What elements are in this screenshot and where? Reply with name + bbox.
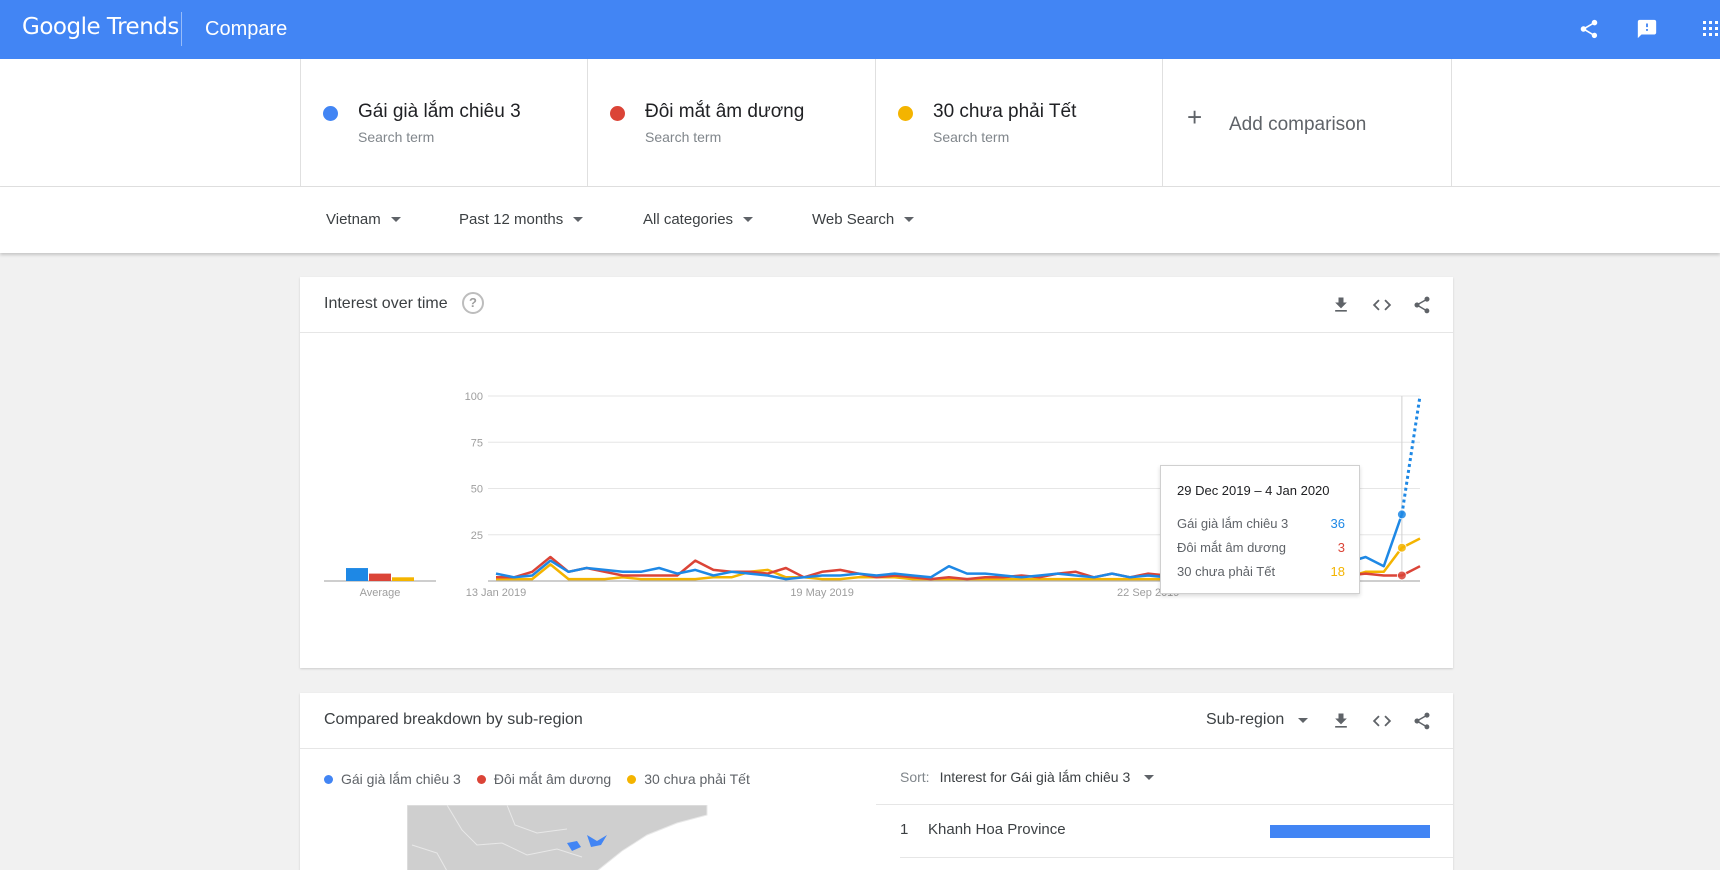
feedback-icon[interactable] — [1632, 14, 1662, 44]
search-term-3[interactable]: 30 chưa phải Tết Search term — [875, 59, 1163, 187]
tooltip-term: Gái già lắm chiêu 3 — [1177, 516, 1289, 531]
add-comparison-button[interactable]: + Add comparison — [1162, 59, 1452, 187]
caret-down-icon — [743, 217, 754, 222]
tooltip-row-2: Đôi mắt âm dương 3 — [1177, 540, 1345, 555]
term-name: Đôi mắt âm dương — [645, 101, 805, 122]
tooltip-date: 29 Dec 2019 – 4 Jan 2020 — [1177, 483, 1330, 498]
sort-dropdown[interactable]: Interest for Gái già lắm chiêu 3 — [940, 769, 1155, 785]
search-type-filter-label: Web Search — [812, 211, 895, 228]
term-type: Search term — [933, 129, 1010, 145]
page-title: Compare — [205, 18, 288, 40]
category-filter-label: All categories — [643, 211, 734, 228]
term-type: Search term — [358, 129, 435, 145]
search-type-filter-dropdown[interactable]: Web Search — [812, 211, 915, 228]
region-name: Khanh Hoa Province — [928, 821, 1066, 838]
tooltip-row-1: Gái già lắm chiêu 3 36 — [1177, 516, 1345, 531]
region-filter-dropdown[interactable]: Vietnam — [326, 211, 401, 228]
apps-grid-icon[interactable] — [1696, 14, 1720, 44]
card-header: Compared breakdown by sub-region Sub-reg… — [300, 693, 1453, 749]
caret-down-icon — [1298, 717, 1309, 723]
tooltip-term: Đôi mắt âm dương — [1177, 540, 1286, 555]
sort-control: Sort: Interest for Gái già lắm chiêu 3 — [900, 769, 1155, 785]
legend-dot — [324, 774, 333, 784]
term-name: Gái già lắm chiêu 3 — [358, 101, 521, 122]
share-icon[interactable] — [1574, 14, 1604, 44]
map-legend: Gái già lắm chiêu 3 Đôi mắt âm dương 30 … — [324, 771, 766, 787]
card-title: Interest over time — [324, 295, 448, 312]
logo-trends: Trends — [106, 14, 179, 40]
region-rank: 1 — [900, 821, 909, 838]
region-interest-bar — [1270, 825, 1430, 838]
tooltip-value: 18 — [1330, 564, 1345, 579]
tooltip-term: 30 chưa phải Tết — [1177, 564, 1276, 579]
legend-label: Gái già lắm chiêu 3 — [341, 771, 461, 787]
plus-icon: + — [1187, 102, 1203, 132]
term-color-dot — [610, 106, 625, 121]
card-header: Interest over time ? — [300, 277, 1453, 333]
filter-bar: Vietnam Past 12 months All categories We… — [0, 187, 1720, 253]
term-color-dot — [898, 106, 913, 121]
search-term-1[interactable]: Gái già lắm chiêu 3 Search term — [300, 59, 588, 187]
download-icon[interactable] — [1329, 709, 1353, 733]
add-comparison-label: Add comparison — [1229, 114, 1367, 135]
region-map[interactable] — [407, 805, 747, 870]
tooltip-row-3: 30 chưa phải Tết 18 — [1177, 564, 1345, 579]
share-icon[interactable] — [1410, 293, 1434, 317]
download-icon[interactable] — [1329, 293, 1353, 317]
help-icon[interactable]: ? — [462, 292, 484, 314]
category-filter-dropdown[interactable]: All categories — [643, 211, 754, 228]
logo-google: Google — [22, 14, 101, 40]
caret-down-icon — [1144, 774, 1155, 780]
legend-item: Đôi mắt âm dương — [476, 771, 612, 787]
subregion-breakdown-card: Compared breakdown by sub-region Sub-reg… — [300, 693, 1453, 870]
divider — [900, 857, 1453, 858]
term-name: 30 chưa phải Tết — [933, 101, 1077, 122]
term-type: Search term — [645, 129, 722, 145]
region-filter-label: Vietnam — [326, 211, 381, 228]
search-term-2[interactable]: Đôi mắt âm dương Search term — [587, 59, 875, 187]
embed-code-icon[interactable] — [1370, 293, 1394, 317]
top-app-bar: Google Trends Compare — [0, 0, 1720, 59]
legend-label: 30 chưa phải Tết — [644, 771, 750, 787]
header-divider — [181, 12, 182, 46]
tooltip-value: 3 — [1337, 540, 1345, 555]
comparison-bar: Gái già lắm chiêu 3 Search term Đôi mắt … — [0, 59, 1720, 187]
sort-label: Sort: — [900, 769, 930, 785]
tooltip-value: 36 — [1330, 516, 1345, 531]
embed-code-icon[interactable] — [1370, 709, 1394, 733]
term-color-dot — [323, 106, 338, 121]
legend-dot — [627, 774, 637, 784]
legend-item: 30 chưa phải Tết — [627, 771, 750, 787]
divider — [876, 804, 1453, 805]
caret-down-icon — [573, 217, 584, 222]
legend-item: Gái già lắm chiêu 3 — [324, 771, 461, 787]
legend-label: Đôi mắt âm dương — [493, 771, 612, 787]
google-trends-logo[interactable]: Google Trends — [22, 14, 179, 40]
sort-value: Interest for Gái già lắm chiêu 3 — [939, 769, 1131, 785]
chart-tooltip: 29 Dec 2019 – 4 Jan 2020 Gái già lắm chi… — [1160, 465, 1360, 594]
time-filter-label: Past 12 months — [459, 211, 564, 228]
subregion-dropdown[interactable]: Sub-region — [1206, 711, 1309, 729]
share-icon[interactable] — [1410, 709, 1434, 733]
caret-down-icon — [904, 217, 915, 222]
caret-down-icon — [390, 217, 401, 222]
legend-dot — [476, 774, 486, 784]
subregion-dropdown-label: Sub-region — [1206, 711, 1285, 728]
card-title: Compared breakdown by sub-region — [324, 711, 583, 728]
time-filter-dropdown[interactable]: Past 12 months — [459, 211, 584, 228]
